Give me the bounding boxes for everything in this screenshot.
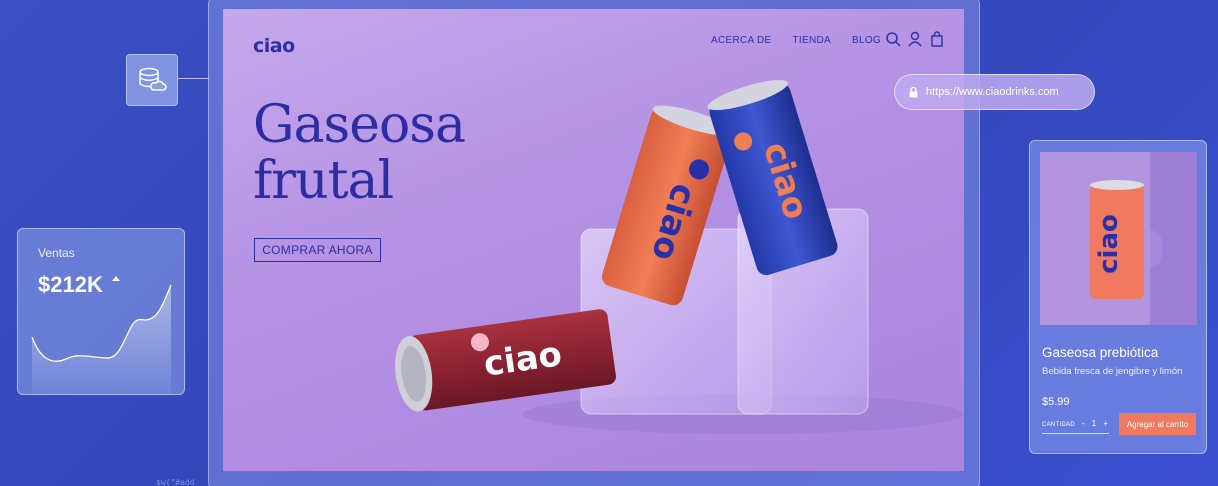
product-can-label: ciao xyxy=(1094,214,1124,274)
site-nav: ACERCA DE TIENDA BLOG xyxy=(711,35,881,46)
quantity-label: CANTIDAD xyxy=(1042,422,1076,428)
connector-line xyxy=(178,78,209,79)
lock-icon xyxy=(909,86,918,97)
trend-up-icon xyxy=(112,276,120,281)
quantity-value[interactable]: 1 xyxy=(1092,419,1096,428)
add-to-cart-button[interactable]: Agregar al carrito xyxy=(1119,413,1196,435)
user-icon[interactable] xyxy=(907,31,923,47)
hero-title-line2: frutal xyxy=(253,151,394,211)
sales-card: Ventas $212K xyxy=(17,228,185,395)
url-text: https://www.ciaodrinks.com xyxy=(926,86,1059,98)
sales-value: $212K xyxy=(38,272,103,297)
database-cloud-icon xyxy=(139,67,167,91)
nav-item-about[interactable]: ACERCA DE xyxy=(711,35,772,46)
site-logo[interactable]: ciao xyxy=(253,35,295,57)
website-preview: ciao ciao ciao ciao ACERCA DE TIENDA BLO… xyxy=(223,9,964,471)
url-bar[interactable]: https://www.ciaodrinks.com xyxy=(894,74,1095,110)
nav-icons xyxy=(885,31,945,47)
product-image: ciao xyxy=(1040,152,1197,325)
hero-title: Gaseosa frutal xyxy=(253,95,466,211)
nav-item-blog[interactable]: BLOG xyxy=(852,35,881,46)
database-tile[interactable] xyxy=(126,54,178,106)
quantity-stepper[interactable]: - 1 + xyxy=(1082,419,1108,428)
hero-title-line1: Gaseosa xyxy=(253,95,466,155)
quantity-increment[interactable]: + xyxy=(1103,419,1108,428)
cart-icon[interactable] xyxy=(929,31,945,47)
sales-label: Ventas xyxy=(38,246,75,260)
shop-now-button[interactable]: COMPRAR AHORA xyxy=(254,238,381,262)
quantity-decrement[interactable]: - xyxy=(1082,419,1085,428)
nav-item-shop[interactable]: TIENDA xyxy=(793,35,831,46)
code-hint: $w("#add xyxy=(156,478,195,486)
product-card: ciao Gaseosa prebiótica Bebida fresca de… xyxy=(1029,140,1207,454)
product-price: $5.99 xyxy=(1042,396,1070,408)
quantity-underline xyxy=(1042,433,1109,434)
search-icon[interactable] xyxy=(885,31,901,47)
product-description: Bebida fresca de jengibre y limón xyxy=(1042,366,1183,377)
product-name: Gaseosa prebiótica xyxy=(1042,345,1159,360)
